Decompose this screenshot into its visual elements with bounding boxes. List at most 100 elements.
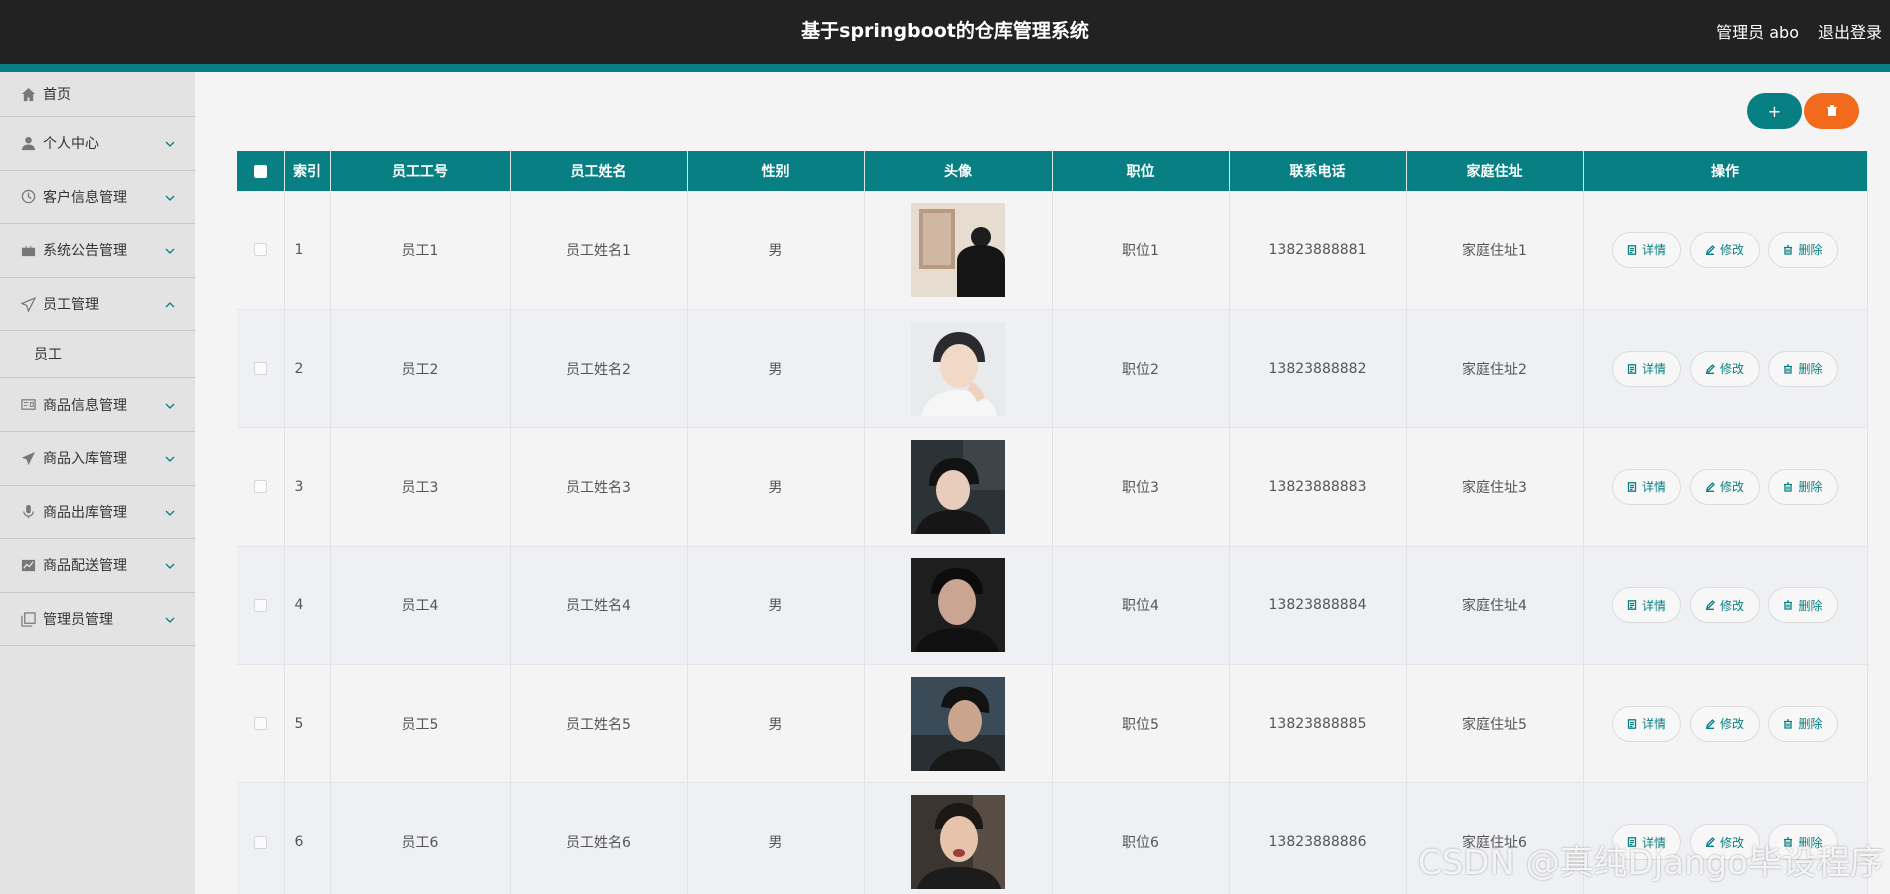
detail-button[interactable]: 详情 [1612,587,1682,624]
sidebar-item-delivery[interactable]: 商品配送管理 [0,539,195,593]
cell-position: 职位3 [1052,427,1230,547]
table-row: 5 员工5 员工姓名5 男 职位5 13823888885 家庭住址5 详情 修… [237,664,1868,784]
trash-icon [1784,482,1793,492]
cell-avatar [864,546,1053,666]
edit-icon [1705,600,1715,611]
cell-actions: 详情 修改 删除 [1583,427,1868,547]
detail-label: 详情 [1642,362,1667,377]
delete-button[interactable]: 删除 [1767,587,1838,624]
sidebar-item-home[interactable]: 首页 [0,72,195,117]
card-icon [20,397,36,413]
delete-label: 删除 [1798,362,1823,377]
avatar [911,795,1005,890]
row-checkbox[interactable] [237,427,285,547]
cell-index: 3 [284,427,331,547]
delete-button[interactable]: 删除 [1767,350,1838,387]
mic-icon [20,504,36,520]
sidebar-item-label: 商品信息管理 [43,397,127,414]
sidebar-item-employee-management[interactable]: 员工管理 [0,278,195,332]
sidebar-item-stock-in[interactable]: 商品入库管理 [0,432,195,486]
batch-delete-button[interactable] [1804,93,1859,129]
column-header[interactable]: 性别 [687,151,865,191]
cell-position: 职位6 [1052,782,1230,894]
cell-actions: 详情 修改 删除 [1583,546,1868,666]
sidebar-item-admin[interactable]: 管理员管理 [0,593,195,647]
table-row: 1 员工1 员工姓名1 男 职位1 13823888881 家庭住址1 详情 修… [237,191,1868,310]
cell-address: 家庭住址1 [1406,191,1584,310]
table-row: 2 员工2 员工姓名2 男 职位2 13823888882 家庭住址2 详情 修… [237,309,1868,429]
row-checkbox[interactable] [237,664,285,784]
edit-button[interactable]: 修改 [1689,705,1760,742]
edit-button[interactable]: 修改 [1689,468,1760,505]
logout-link[interactable]: 退出登录 [1818,19,1882,43]
header-accent-bar [0,64,1890,72]
sidebar-item-product-info[interactable]: 商品信息管理 [0,378,195,432]
column-header[interactable]: 职位 [1052,151,1230,191]
row-checkbox[interactable] [237,191,285,310]
detail-label: 详情 [1642,717,1667,732]
cell-avatar [864,427,1053,547]
column-header[interactable]: 员工姓名 [510,151,688,191]
column-header[interactable]: 员工工号 [330,151,511,191]
chevron-up-icon [165,298,175,308]
cell-address: 家庭住址4 [1406,546,1584,666]
cell-index: 1 [284,191,331,310]
sidebar-item-label: 系统公告管理 [43,243,127,260]
cell-employee-id: 员工4 [330,546,511,666]
column-header[interactable]: 头像 [864,151,1053,191]
avatar [911,558,1005,653]
plane-icon [20,450,36,466]
chevron-down-icon [165,559,175,570]
detail-button[interactable]: 详情 [1612,350,1682,387]
avatar [911,321,1005,416]
row-checkbox[interactable] [237,309,285,429]
cell-avatar [864,664,1053,784]
chevron-down-icon [165,191,175,201]
cell-employee-id: 员工5 [330,664,511,784]
main-content: + 索引 员工工号 员工姓名 性别 头像 职位 联系电话 家庭住址 操作 1 员… [217,72,1890,894]
edit-button[interactable]: 修改 [1689,231,1760,268]
detail-button[interactable]: 详情 [1612,468,1682,505]
column-header[interactable]: 家庭住址 [1406,151,1584,191]
trash-icon [1784,245,1793,255]
table-row: 4 员工4 员工姓名4 男 职位4 13823888884 家庭住址4 详情 修… [237,546,1868,666]
sidebar-item-stock-out[interactable]: 商品出库管理 [0,486,195,540]
delete-button[interactable]: 删除 [1767,468,1838,505]
avatar [911,202,1005,297]
cell-gender: 男 [687,191,865,310]
sidebar-item-label: 商品出库管理 [43,504,127,521]
sidebar-item-personal-center[interactable]: 个人中心 [0,117,195,171]
cell-employee-id: 员工2 [330,309,511,429]
cell-actions: 详情 修改 删除 [1583,664,1868,784]
sidebar-subitem-employee[interactable]: 员工 [0,331,195,379]
row-checkbox[interactable] [237,782,285,894]
sidebar-item-label: 商品配送管理 [43,558,127,575]
delete-label: 删除 [1798,598,1823,613]
current-user: 管理员 abo [1716,23,1799,42]
edit-button[interactable]: 修改 [1689,587,1760,624]
table-header-row: 索引 员工工号 员工姓名 性别 头像 职位 联系电话 家庭住址 操作 [237,151,1868,191]
trash-icon [1784,600,1793,611]
cell-phone: 13823888883 [1229,427,1407,547]
edit-button[interactable]: 修改 [1689,350,1760,387]
cell-index: 6 [284,782,331,894]
delete-button[interactable]: 删除 [1767,231,1838,268]
select-all-checkbox[interactable] [237,151,285,191]
chart-icon [20,557,36,573]
column-header[interactable]: 索引 [284,151,331,191]
chevron-down-icon [165,399,175,409]
sidebar-item-customer[interactable]: 客户信息管理 [0,171,195,225]
chevron-down-icon [165,244,175,255]
add-button[interactable]: + [1747,93,1802,129]
chevron-down-icon [165,613,175,623]
delete-button[interactable]: 删除 [1767,705,1838,742]
document-icon [1627,363,1637,374]
sidebar-item-announcement[interactable]: 系统公告管理 [0,224,195,278]
cell-phone: 13823888881 [1229,191,1407,310]
cell-employee-name: 员工姓名4 [510,546,688,666]
column-header[interactable]: 联系电话 [1229,151,1407,191]
detail-button[interactable]: 详情 [1612,705,1682,742]
detail-button[interactable]: 详情 [1612,231,1682,268]
row-checkbox[interactable] [237,546,285,666]
column-header[interactable]: 操作 [1583,151,1868,191]
